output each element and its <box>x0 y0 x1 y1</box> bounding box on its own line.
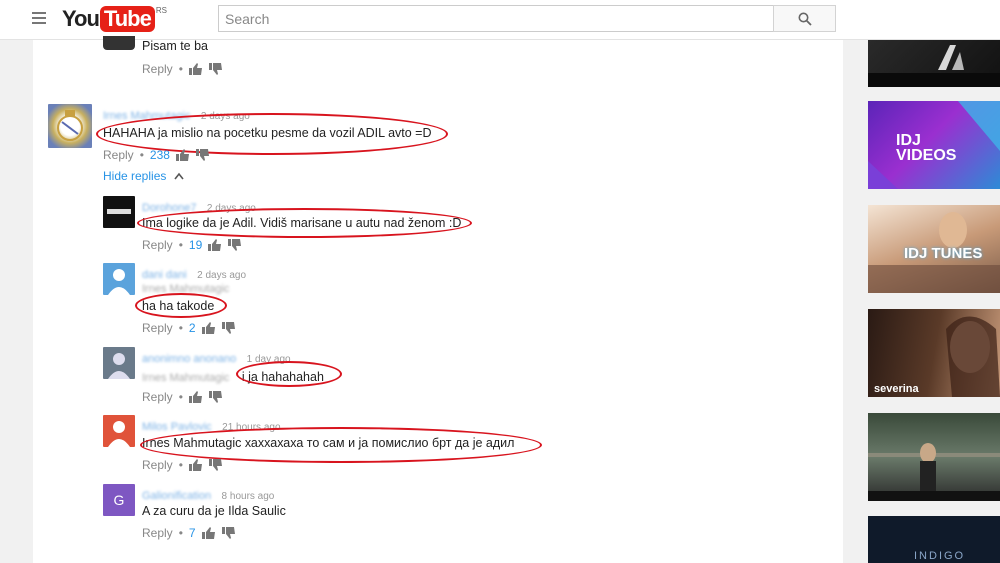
like-count: 2 <box>188 321 196 335</box>
thumbs-down-icon[interactable] <box>228 239 242 251</box>
avatar[interactable] <box>103 36 135 50</box>
thumbs-down-icon[interactable] <box>221 527 236 539</box>
reply-button[interactable]: Reply <box>103 148 134 162</box>
like-count: 238 <box>149 148 170 162</box>
comment-text: Pisam te ba <box>142 39 209 53</box>
video-thumbnail-5[interactable] <box>868 413 1000 501</box>
thumbs-up-icon[interactable] <box>188 63 203 75</box>
reply-button[interactable]: Reply <box>142 458 173 472</box>
thumbs-up-icon[interactable] <box>188 391 203 403</box>
comment-actions: Reply • <box>142 390 223 404</box>
logo-region: RS <box>155 6 167 15</box>
comment-author[interactable]: Galionification <box>142 490 211 502</box>
comment-actions: Reply • 238 <box>103 148 210 162</box>
thumbs-up-icon[interactable] <box>208 239 222 251</box>
thumbs-down-icon[interactable] <box>208 63 223 75</box>
video-thumbnail-4[interactable]: severina <box>868 309 1000 397</box>
avatar[interactable] <box>103 415 135 447</box>
hide-replies-button[interactable]: Hide replies <box>103 169 184 183</box>
reply-button[interactable]: Reply <box>142 390 173 404</box>
avatar[interactable] <box>48 104 92 148</box>
thumb-label: IDJ TUNES <box>904 245 983 262</box>
comment-actions: Reply • 19 <box>142 238 242 252</box>
thumbs-down-icon[interactable] <box>208 459 223 471</box>
comment-actions: Reply • 2 <box>142 321 236 335</box>
comment-mention[interactable]: Irnes Mahmutagic <box>142 372 229 384</box>
reply-button[interactable]: Reply <box>142 238 173 252</box>
like-count: 19 <box>188 238 203 252</box>
hide-replies-label: Hide replies <box>103 169 167 183</box>
annotation-circle <box>236 361 342 387</box>
thumbs-down-icon[interactable] <box>195 149 210 161</box>
comment-actions: Reply • <box>142 62 223 76</box>
search-icon <box>798 12 812 26</box>
video-thumbnail-6[interactable]: INDIGO <box>868 516 1000 563</box>
chevron-up-icon <box>174 172 184 180</box>
thumbs-up-icon[interactable] <box>175 149 190 161</box>
comment-time[interactable]: 8 hours ago <box>222 491 275 502</box>
comment-author[interactable]: dani dani <box>142 269 187 281</box>
thumbs-up-icon[interactable] <box>188 459 203 471</box>
search-button[interactable] <box>773 5 836 32</box>
avatar[interactable]: G <box>103 484 135 516</box>
search-input[interactable]: Search <box>218 5 774 32</box>
avatar[interactable] <box>103 196 135 228</box>
thumbs-down-icon[interactable] <box>221 322 236 334</box>
reply-button[interactable]: Reply <box>142 526 173 540</box>
annotation-circle <box>135 293 227 318</box>
like-count: 7 <box>188 526 196 540</box>
reply-button[interactable]: Reply <box>142 321 173 335</box>
thumbs-up-icon[interactable] <box>201 322 216 334</box>
youtube-logo[interactable]: You Tube RS <box>62 6 167 32</box>
top-bar: You Tube RS Search <box>0 0 1000 40</box>
thumb-label: IDJ VIDEOS <box>896 132 957 164</box>
comment-author[interactable]: anonimno anonano <box>142 353 236 365</box>
thumbs-down-icon[interactable] <box>208 391 223 403</box>
thumbs-up-icon[interactable] <box>201 527 216 539</box>
annotation-circle <box>137 208 472 238</box>
comment-time[interactable]: 2 days ago <box>197 270 246 281</box>
avatar[interactable] <box>103 263 135 295</box>
logo-tube: Tube <box>99 6 155 32</box>
comment-actions: Reply • 7 <box>142 526 236 540</box>
thumb-label: severina <box>874 383 919 395</box>
comment-actions: Reply • <box>142 458 223 472</box>
thumb-label: INDIGO <box>914 550 966 562</box>
avatar[interactable] <box>103 347 135 379</box>
hamburger-menu-icon[interactable] <box>32 12 46 24</box>
reply-button[interactable]: Reply <box>142 62 173 76</box>
video-thumbnail-1[interactable] <box>868 40 1000 87</box>
logo-you: You <box>62 6 100 31</box>
video-thumbnail-2[interactable]: IDJ VIDEOS <box>868 101 1000 189</box>
comment-text: A za curu da je Ilda Saulic <box>142 504 286 518</box>
video-thumbnail-3[interactable]: IDJ TUNES <box>868 205 1000 293</box>
